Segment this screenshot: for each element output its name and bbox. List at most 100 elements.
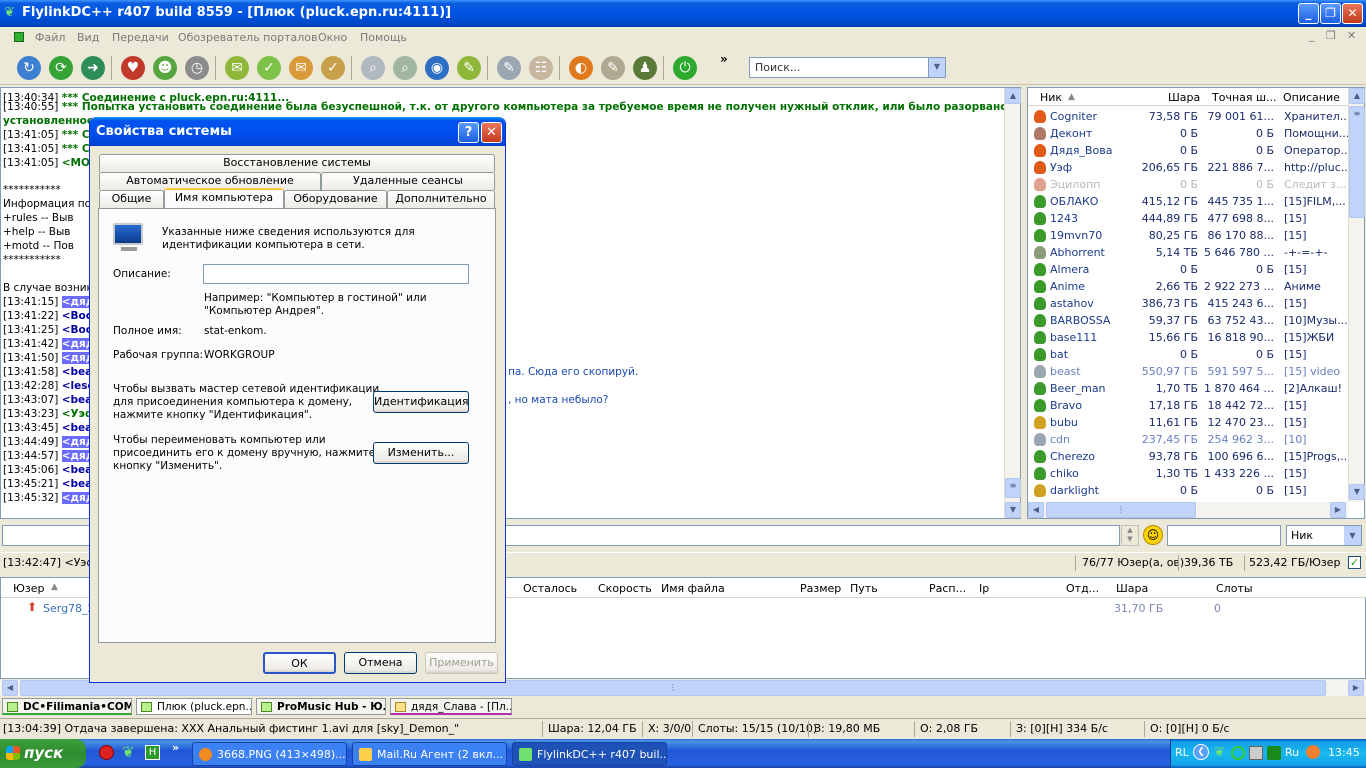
dialog-close-button[interactable]: ✕ (481, 122, 502, 143)
tray-flylink-icon[interactable]: ❦ (1214, 745, 1225, 760)
col-description[interactable]: Описание (1283, 91, 1340, 104)
tab-computer-name[interactable]: Имя компьютера (164, 188, 284, 208)
tab-hardware[interactable]: Оборудование (284, 190, 387, 208)
hub-tab-filimania[interactable]: DC•Filimania•COM... (2, 698, 132, 715)
user-row[interactable]: ОБЛАКО 415,12 ГБ 445 735 1... [15]FILM,... (1028, 193, 1348, 210)
col-share[interactable]: Шара (1116, 582, 1148, 595)
favorite-users-icon[interactable]: ☻ (153, 56, 177, 80)
user-row[interactable]: Уэф 206,65 ГБ 221 886 7... http://pluc... (1028, 159, 1348, 176)
scroll-right-icon[interactable]: ▶ (1348, 680, 1364, 696)
recent-hubs-icon[interactable]: ◷ (185, 56, 209, 80)
follow-redirect-icon[interactable]: ➜ (81, 56, 105, 80)
filter-column-select[interactable]: Ник ▼ (1286, 525, 1362, 546)
close-button[interactable]: ✕ (1342, 3, 1363, 24)
queue-icon[interactable]: ✉ (225, 56, 249, 80)
scroll-thumb[interactable]: ≡ (1005, 478, 1021, 498)
scroll-up-icon[interactable]: ▲ (1349, 88, 1365, 104)
favorites-icon[interactable]: ♥ (121, 56, 145, 80)
search-icon[interactable]: ⌕ (361, 56, 385, 80)
scroll-left-icon[interactable]: ◀ (1028, 502, 1044, 518)
help-button[interactable]: ? (458, 122, 479, 143)
power-icon[interactable]: ⏻ (673, 56, 697, 80)
col-size[interactable]: Размер (800, 582, 841, 595)
scroll-down-icon[interactable]: ▼ (1349, 484, 1365, 500)
change-button[interactable]: Изменить... (373, 442, 469, 464)
chevron-down-icon[interactable]: ▼ (928, 58, 945, 77)
finished-downloads-icon[interactable]: ✓ (257, 56, 281, 80)
col-exact-share[interactable]: Точная ш... (1212, 91, 1277, 104)
connect-icon[interactable]: ↻ (17, 56, 41, 80)
col-upload[interactable]: Отд... (1066, 582, 1099, 595)
cdm-icon[interactable]: ✎ (457, 56, 481, 80)
col-user[interactable]: Юзер (13, 582, 44, 595)
userlist-scrollbar[interactable]: ▲ ≡ ▼ (1348, 88, 1365, 502)
col-nick[interactable]: Ник (1040, 91, 1062, 104)
tray-icq-icon[interactable] (1231, 746, 1245, 760)
col-slots[interactable]: Слоты (1216, 582, 1253, 595)
menu-view[interactable]: Вид (77, 31, 99, 44)
scroll-left-icon[interactable]: ◀ (2, 680, 18, 696)
user-list[interactable]: Ник ▲ Шара Точная ш... Описание Cogniter… (1027, 87, 1365, 519)
chat-scrollbar[interactable]: ▲ ≡ ▼ (1004, 88, 1021, 518)
user-row[interactable]: bubu 11,61 ГБ 12 470 23... [15] (1028, 414, 1348, 431)
user-row[interactable]: bat 0 Б 0 Б [15] (1028, 346, 1348, 363)
tray-network-icon[interactable] (1249, 746, 1263, 760)
quicklaunch-app-icon[interactable]: Н (145, 745, 160, 760)
user-row[interactable]: Дядя_Вова 0 Б 0 Б Оператор... (1028, 142, 1348, 159)
user-row[interactable]: Abhorrent 5,14 ТБ 5 646 780 ... -+-=-+- (1028, 244, 1348, 261)
user-filter-input[interactable] (1167, 525, 1281, 546)
hub-tab-private[interactable]: дядя_Слава - [Пл... (390, 698, 512, 715)
search-spy-icon[interactable]: ◉ (425, 56, 449, 80)
col-ip[interactable]: Ip (979, 582, 989, 595)
user-row[interactable]: Bravo 17,18 ГБ 18 442 72... [15] (1028, 397, 1348, 414)
menu-file[interactable]: Файл (35, 31, 65, 44)
hub-tab-promusic[interactable]: ProMusic Hub - Ю... (256, 698, 386, 715)
search-combo[interactable]: Поиск... ▼ (749, 57, 946, 78)
notepad-icon[interactable]: ✎ (497, 56, 521, 80)
user-row[interactable]: beast 550,97 ГБ 591 597 5... [15] video (1028, 363, 1348, 380)
col-path[interactable]: Путь (850, 582, 878, 595)
start-button[interactable]: пуск (0, 739, 86, 768)
ok-button[interactable]: ОК (263, 652, 336, 674)
user-row[interactable]: cdn 237,45 ГБ 254 962 3... [10] (1028, 431, 1348, 448)
tab-system-restore[interactable]: Восстановление системы (99, 154, 495, 172)
file-list-icon[interactable]: ☷ (529, 56, 553, 80)
user-row[interactable]: Cherezo 93,78 ГБ 100 696 6... [15]Progs,... (1028, 448, 1348, 465)
app-titlebar[interactable]: ❦ FlylinkDC++ r407 build 8559 - [Плюк (p… (0, 0, 1366, 27)
minimize-button[interactable]: _ (1298, 3, 1319, 24)
chevron-down-icon[interactable]: ▼ (1344, 526, 1361, 545)
dialog-titlebar[interactable]: Свойства системы ? ✕ (90, 117, 505, 146)
system-properties-dialog[interactable]: Свойства системы ? ✕ Восстановление сист… (89, 117, 506, 683)
col-dist[interactable]: Расп... (929, 582, 966, 595)
tray-volume-icon[interactable] (1306, 745, 1320, 759)
message-spin[interactable]: ▲ ▼ (1121, 525, 1139, 546)
user-icon[interactable]: ♟ (633, 56, 657, 80)
col-filename[interactable]: Имя файла (661, 582, 725, 595)
smiley-icon[interactable]: ☺ (1143, 525, 1163, 545)
user-row[interactable]: astahov 386,73 ГБ 415 243 6... [15] (1028, 295, 1348, 312)
mdi-restore-icon[interactable]: ❐ (1326, 29, 1336, 42)
adl-search-icon[interactable]: ⌕ (393, 56, 417, 80)
user-row[interactable]: Деконт 0 Б 0 Б Помощни... (1028, 125, 1348, 142)
col-remaining[interactable]: Осталось (523, 582, 577, 595)
tray-chevron-icon[interactable]: ❮ (1193, 744, 1209, 760)
upload-queue-icon[interactable]: ✉ (289, 56, 313, 80)
scroll-up-icon[interactable]: ▲ (1005, 88, 1021, 104)
user-row[interactable]: Эцилопп 0 Б 0 Б Следит з... (1028, 176, 1348, 193)
hub-tab-pluck[interactable]: Плюк (pluck.epn.... (136, 698, 252, 715)
tab-remote[interactable]: Удаленные сеансы (321, 172, 495, 190)
identification-button[interactable]: Идентификация (373, 391, 469, 413)
task-flylink[interactable]: FlylinkDC++ r407 buil... (512, 742, 667, 766)
finished-uploads-icon[interactable]: ✓ (321, 56, 345, 80)
network-stats-icon[interactable]: ◐ (569, 56, 593, 80)
apply-button[interactable]: Применить (425, 652, 498, 674)
user-row[interactable]: darklight 0 Б 0 Б [15] (1028, 482, 1348, 499)
user-row[interactable]: Beer_man 1,70 ТБ 1 870 464 ... [2]Алкаш! (1028, 380, 1348, 397)
maximize-button[interactable]: ❐ (1320, 3, 1341, 24)
scroll-thumb[interactable]: ≡ (1349, 106, 1365, 218)
toolbar-overflow-icon[interactable]: » (720, 52, 728, 66)
menu-window[interactable]: Окно (318, 31, 347, 44)
tray-language[interactable]: Ru (1285, 746, 1299, 759)
user-row[interactable]: base111 15,66 ГБ 16 818 90... [15]ЖБИ (1028, 329, 1348, 346)
user-row[interactable]: Almera 0 Б 0 Б [15] (1028, 261, 1348, 278)
